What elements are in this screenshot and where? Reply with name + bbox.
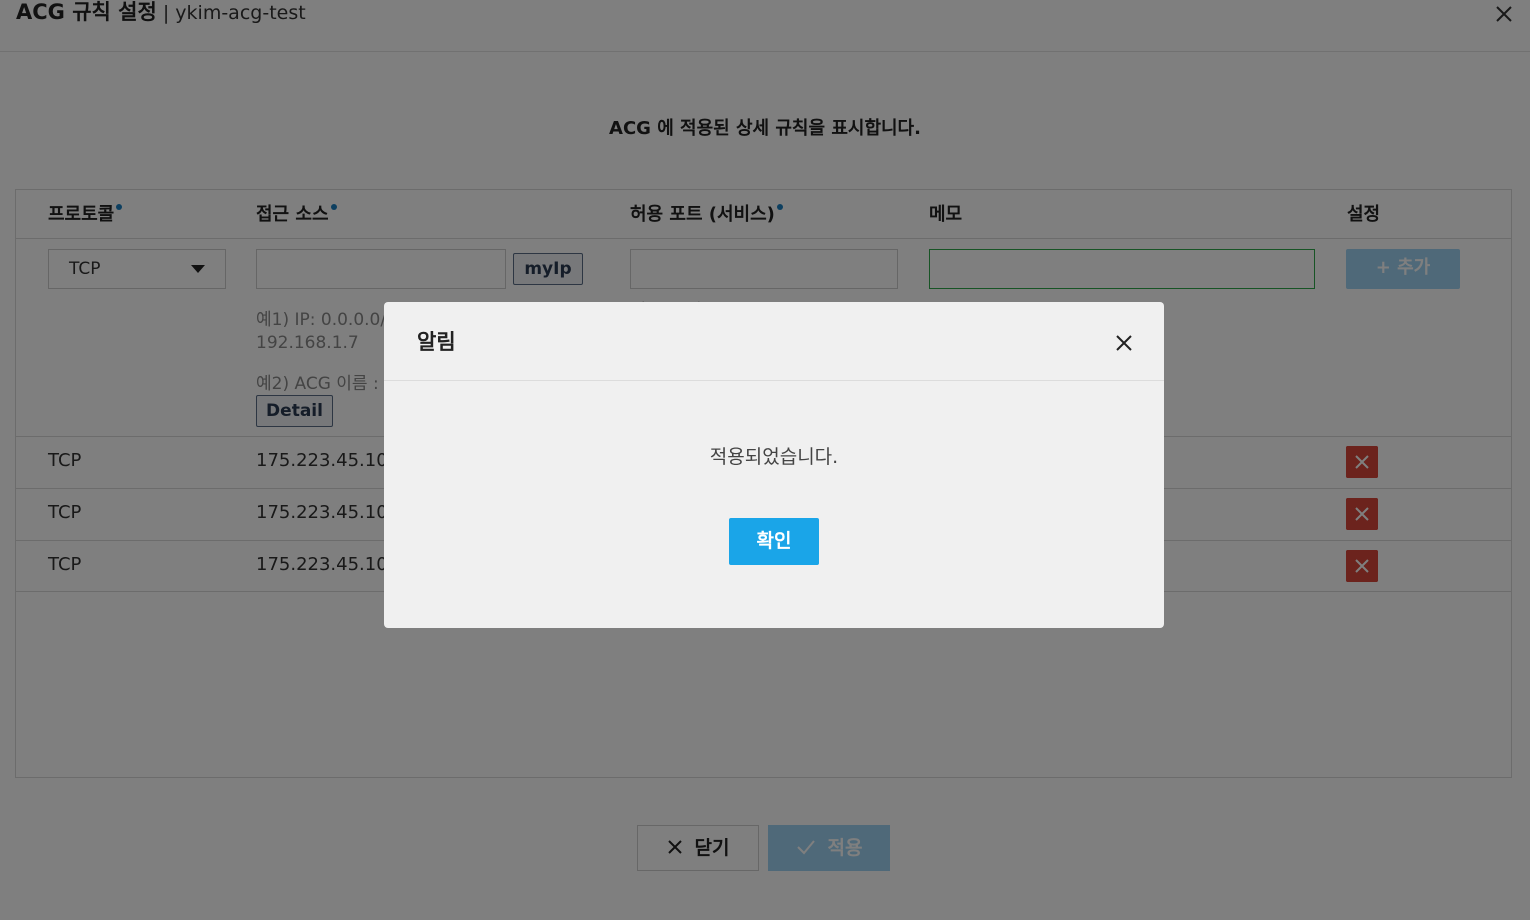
close-icon[interactable]	[1115, 334, 1133, 352]
modal-title: 알림	[417, 330, 456, 354]
modal-message: 적용되었습니다.	[709, 446, 839, 468]
modal-header: 알림	[384, 302, 1164, 381]
ok-button[interactable]: 확인	[729, 518, 819, 565]
alert-modal: 알림 적용되었습니다. 확인	[384, 302, 1164, 628]
